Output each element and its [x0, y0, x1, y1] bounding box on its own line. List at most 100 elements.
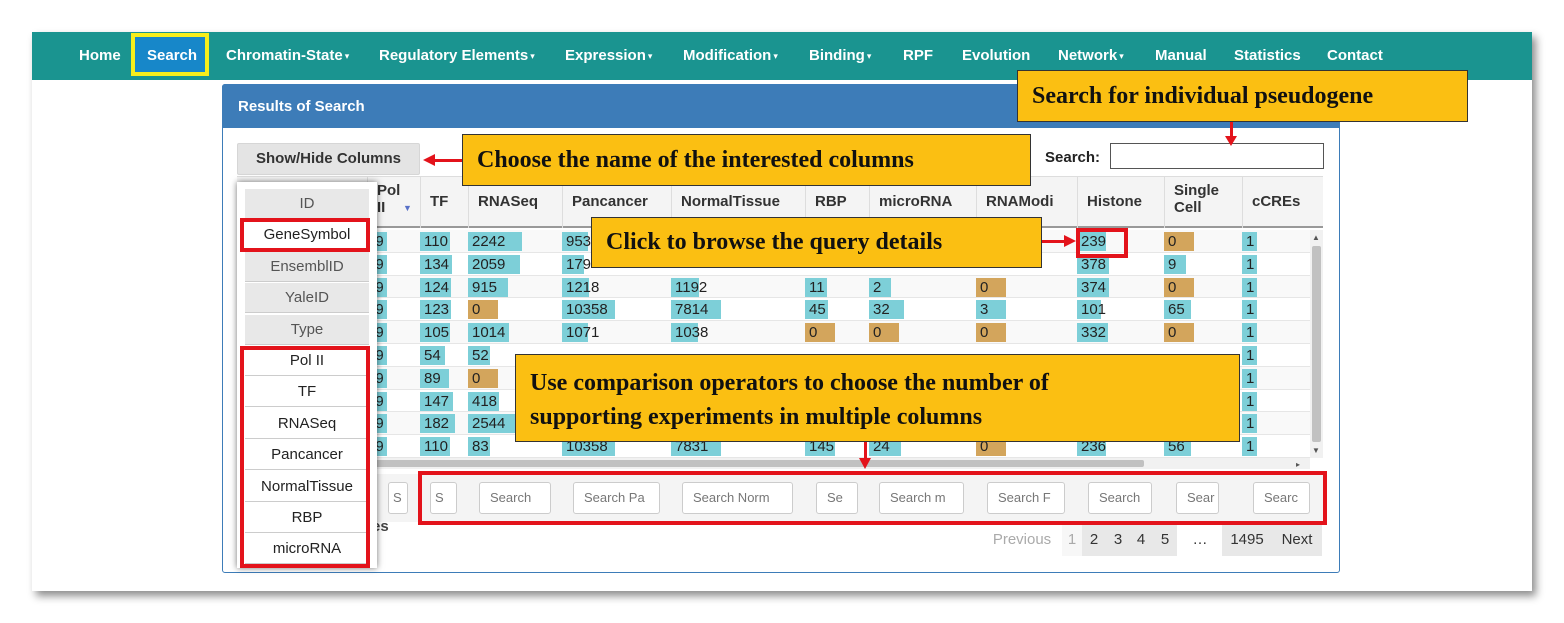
cell-ccres: 1: [1242, 344, 1310, 367]
callout-comparison-line2: supporting experiments in multiple colum…: [530, 404, 983, 430]
cell-value: 1: [1246, 278, 1255, 296]
nav-item-modification[interactable]: Modification ▾: [683, 32, 778, 80]
caret-down-icon: ▾: [530, 51, 535, 61]
cell-tf: 182: [420, 412, 468, 435]
cell-value: 1014: [472, 324, 506, 342]
cell-tf: 124: [420, 276, 468, 299]
cell-tf: 89: [420, 367, 468, 390]
dropdown-item-id[interactable]: ID: [245, 189, 369, 219]
show-hide-columns-button[interactable]: Show/Hide Columns: [237, 143, 420, 175]
column-header-label: Single Cell: [1174, 182, 1220, 216]
caret-down-icon: ▾: [344, 51, 350, 61]
cell-value: 123: [424, 301, 450, 319]
nav-item-search[interactable]: Search: [147, 32, 197, 80]
pagination-page-last[interactable]: 1495: [1222, 524, 1272, 556]
pagination-next[interactable]: Next: [1272, 524, 1322, 556]
column-header-label: Histone: [1087, 193, 1143, 210]
cell-rbp: 45: [805, 298, 869, 321]
caret-down-icon: ▾: [773, 51, 778, 61]
cell-value: 332: [1081, 324, 1107, 342]
cell-rnamodi: 3: [976, 298, 1077, 321]
cell-ccres: 1: [1242, 230, 1310, 253]
cell-value: 1: [1246, 324, 1255, 342]
pagination-page-2[interactable]: 2: [1082, 524, 1106, 556]
highlight-histone-cell: [1076, 228, 1128, 258]
dropdown-item-yaleid[interactable]: YaleID: [245, 283, 369, 314]
nav-item-home[interactable]: Home: [79, 32, 121, 80]
nav-item-expression[interactable]: Expression ▾: [565, 32, 652, 80]
cell-value: 1: [1246, 415, 1255, 433]
cell-value: 110: [424, 233, 448, 250]
nav-item-binding[interactable]: Binding ▾: [809, 32, 871, 80]
cell-value: 1: [1246, 438, 1255, 456]
column-header-histone[interactable]: Histone: [1077, 176, 1164, 228]
table-row[interactable]: F9912491512181192112037401: [237, 275, 1310, 299]
caret-down-icon: ▾: [647, 51, 653, 61]
pagination-page-4[interactable]: 4: [1129, 524, 1153, 556]
table-row[interactable]: C9910510141071103800033201: [237, 321, 1310, 344]
pagination-page-1[interactable]: 1: [1062, 524, 1082, 556]
column-header-label: RNAModi: [986, 193, 1054, 210]
cell-histone[interactable]: 332: [1077, 321, 1164, 344]
cell-value: 2242: [472, 233, 506, 250]
cell-pancancer: 10358: [562, 298, 671, 321]
cell-ccres: 1: [1242, 412, 1310, 435]
cell-pancancer: 1071: [562, 321, 671, 344]
column-header-label: RNASeq: [478, 193, 539, 210]
column-header-label: microRNA: [879, 193, 953, 210]
nav-item-label: Chromatin-State: [226, 47, 343, 64]
callout-click-browse: Click to browse the query details: [591, 217, 1042, 268]
cell-rnamodi: 0: [976, 321, 1077, 344]
table-row[interactable]: F99123010358781445323101651: [237, 298, 1310, 322]
cell-value: 374: [1081, 278, 1107, 296]
nav-item-rpf[interactable]: RPF: [903, 32, 933, 80]
cell-rnaseq: 2242: [468, 230, 562, 253]
cell-ccres: 1: [1242, 367, 1310, 390]
cell-value: 134: [424, 255, 450, 273]
sort-desc-icon[interactable]: ▼: [403, 203, 412, 213]
cell-rnaseq: 0: [468, 298, 562, 321]
nav-item-label: Home: [79, 47, 121, 64]
cell-value: 105: [424, 324, 450, 342]
scroll-right-icon[interactable]: ▸: [1296, 460, 1300, 469]
nav-item-regulatory-elements[interactable]: Regulatory Elements ▾: [379, 32, 535, 80]
nav-item-chromatin-state[interactable]: Chromatin-State ▾: [226, 32, 349, 80]
nav-item-label: Network: [1058, 47, 1118, 64]
pagination-page-5[interactable]: 5: [1153, 524, 1177, 556]
cell-histone[interactable]: 101: [1077, 298, 1164, 321]
cell-value: 915: [472, 278, 498, 296]
pagination-page-3[interactable]: 3: [1106, 524, 1130, 556]
dropdown-item-type[interactable]: Type: [245, 314, 369, 345]
dropdown-item-ensemblid[interactable]: EnsemblID: [245, 251, 369, 282]
cell-value: 10358: [566, 301, 608, 319]
column-header-ccres[interactable]: cCREs: [1242, 176, 1310, 228]
cell-value: 1: [1246, 301, 1255, 319]
cell-tf: 147: [420, 390, 468, 413]
cell-pancancer: 1218: [562, 276, 671, 299]
cell-value: 11: [809, 278, 825, 296]
cell-value: 0: [1168, 233, 1177, 250]
scroll-up-icon[interactable]: ▲: [1312, 233, 1320, 242]
cell-value: 83: [472, 438, 489, 456]
pagination-previous[interactable]: Previous: [982, 524, 1062, 556]
column-header-label: RBP: [815, 193, 847, 210]
cell-histone[interactable]: 374: [1077, 276, 1164, 299]
column-header-label: Pancancer: [572, 193, 648, 210]
cell-ccres: 1: [1242, 321, 1310, 344]
vertical-scroll-thumb[interactable]: [1312, 246, 1321, 442]
cell-tf: 110: [420, 230, 468, 253]
arrow-line-choose: [434, 159, 462, 162]
column-header-single-cell[interactable]: Single Cell: [1164, 176, 1242, 228]
cell-single: 65: [1164, 298, 1242, 321]
cell-single: 9: [1164, 253, 1242, 276]
cell-rbp: 0: [805, 321, 869, 344]
column-header-tf[interactable]: TF: [420, 176, 468, 228]
search-input[interactable]: [1110, 143, 1324, 169]
arrow-head-choose: [423, 154, 435, 166]
cell-value: 0: [472, 369, 481, 387]
scroll-down-icon[interactable]: ▼: [1312, 446, 1320, 455]
cell-value: 179: [566, 255, 592, 273]
pagination-ellipsis: …: [1192, 531, 1208, 548]
highlight-column-filters: [418, 471, 1327, 525]
column-filter-input[interactable]: S: [388, 482, 408, 514]
